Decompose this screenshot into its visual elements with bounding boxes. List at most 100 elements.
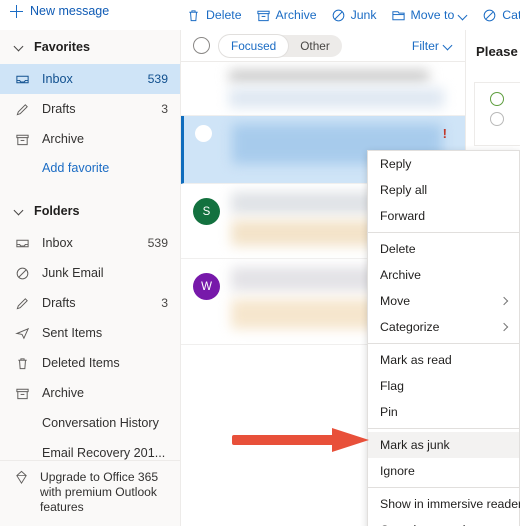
menu-item-mark-as-read[interactable]: Mark as read [368,347,519,373]
menu-item-pin[interactable]: Pin [368,399,519,425]
command-cate[interactable]: Cate [482,8,520,23]
menu-item-mark-as-junk[interactable]: Mark as junk [368,432,519,458]
menu-item-flag[interactable]: Flag [368,373,519,399]
favorite-item-inbox[interactable]: Inbox 539 [0,64,180,94]
menu-item-label: Reply [380,157,412,171]
menu-item-move[interactable]: Move [368,288,519,314]
pencil-icon [14,102,31,117]
info-icon [490,92,504,106]
menu-item-label: Ignore [380,464,415,478]
upgrade-promo-text: Upgrade to Office 365 with premium Outlo… [40,470,159,514]
menu-item-open-in-new-tab[interactable]: Open in new tab [368,517,519,526]
avatar[interactable]: S [193,198,220,225]
menu-item-reply-all[interactable]: Reply all [368,177,519,203]
favorite-item-archive[interactable]: Archive [0,124,180,154]
tab-focused[interactable]: Focused [219,34,289,57]
command-move-to[interactable]: Move to [391,8,469,23]
menu-item-forward[interactable]: Forward [368,203,519,229]
focused-other-pivot: Focused Other [219,34,342,57]
trash-icon [186,8,201,23]
message-row[interactable] [181,62,465,116]
chevron-right-icon [501,323,509,331]
folder-label: Drafts [42,296,76,310]
categorize-icon [482,8,497,23]
menu-item-show-in-immersive-reader[interactable]: Show in immersive reader [368,491,520,517]
diamond-icon [14,470,30,515]
context-menu[interactable]: Reply Reply all Forward Delete Archive Move Ca… [367,150,520,526]
inbox-icon [14,72,31,87]
folder-item-inbox[interactable]: Inbox 539 [0,228,180,258]
chevron-down-icon [14,42,24,52]
folder-count: 3 [161,296,168,310]
menu-item-label: Archive [380,268,422,282]
folders-list: Inbox 539 Junk Email Drafts 3 Sent Items Delet… [0,228,180,468]
folder-item-sent-items[interactable]: Sent Items [0,318,180,348]
menu-item-categorize[interactable]: Categorize [368,314,519,340]
command-delete[interactable]: Delete [186,8,242,23]
menu-item-delete[interactable]: Delete [368,236,519,262]
tab-other[interactable]: Other [288,35,342,57]
menu-item-archive[interactable]: Archive [368,262,519,288]
new-message-button[interactable]: New message [10,4,109,18]
menu-item-reply[interactable]: Reply [368,151,519,177]
folder-count: 539 [147,72,168,86]
menu-separator [368,343,519,344]
archive-icon [14,132,31,147]
menu-separator [368,428,519,429]
junk-icon [14,266,31,281]
inbox-icon [14,236,31,251]
favorites-list: Inbox 539 Drafts 3 Archive [0,64,180,154]
blurred-text [229,88,444,108]
menu-item-label: Forward [380,209,426,223]
command-junk[interactable]: Junk [331,8,377,23]
folder-sidebar[interactable]: Favorites Inbox 539 Drafts 3 Archive Add fav… [0,30,181,526]
outlook-web-app: New message Delete Archive Junk Move to Cate… [0,0,520,526]
menu-item-label: Mark as junk [380,438,450,452]
chevron-down-icon [459,11,468,20]
favorites-section-header[interactable]: Favorites [0,30,180,64]
folder-item-drafts[interactable]: Drafts 3 [0,288,180,318]
send-icon [14,326,31,341]
folder-label: Sent Items [42,326,103,340]
move-to-icon [391,8,406,23]
select-circle-icon[interactable] [193,37,210,54]
reading-pane-subject: Please [476,44,518,59]
folder-item-archive[interactable]: Archive [0,378,180,408]
menu-separator [368,232,519,233]
menu-item-label: Reply all [380,183,428,197]
command-label: Junk [350,8,377,22]
archive-icon [256,8,271,23]
filter-button[interactable]: Filter [412,39,453,53]
folder-item-deleted-items[interactable]: Deleted Items [0,348,180,378]
menu-item-label: Move [380,294,411,308]
command-label: Move to [410,8,455,22]
plus-icon [10,4,23,18]
junk-icon [331,8,346,23]
command-bar: Delete Archive Junk Move to Cate [186,0,520,30]
archive-icon [14,386,31,401]
avatar[interactable] [195,125,212,142]
add-favorite-button[interactable]: Add favorite [0,154,180,182]
upgrade-promo[interactable]: Upgrade to Office 365 with premium Outlo… [0,460,180,526]
importance-icon: ! [442,126,447,141]
folder-label: Drafts [42,102,76,116]
top-toolbar: New message Delete Archive Junk Move to Cate [0,0,520,30]
folders-section-header[interactable]: Folders [0,194,180,228]
info-icon [490,112,504,126]
menu-item-ignore[interactable]: Ignore [368,458,519,484]
avatar[interactable]: W [193,273,220,300]
folder-item-conversation-history[interactable]: Conversation History [0,408,180,438]
menu-item-label: Categorize [380,320,440,334]
command-label: Archive [275,8,317,22]
blurred-text [229,70,429,82]
favorite-item-drafts[interactable]: Drafts 3 [0,94,180,124]
menu-separator [368,487,519,488]
folder-label: Inbox [42,236,73,250]
folder-label: Email Recovery 201... [42,446,166,460]
folder-count: 539 [147,236,168,250]
command-archive[interactable]: Archive [256,8,317,23]
filter-label: Filter [411,38,439,53]
folder-label: Conversation History [42,416,159,430]
chevron-down-icon [444,41,453,50]
folder-item-junk-email[interactable]: Junk Email [0,258,180,288]
